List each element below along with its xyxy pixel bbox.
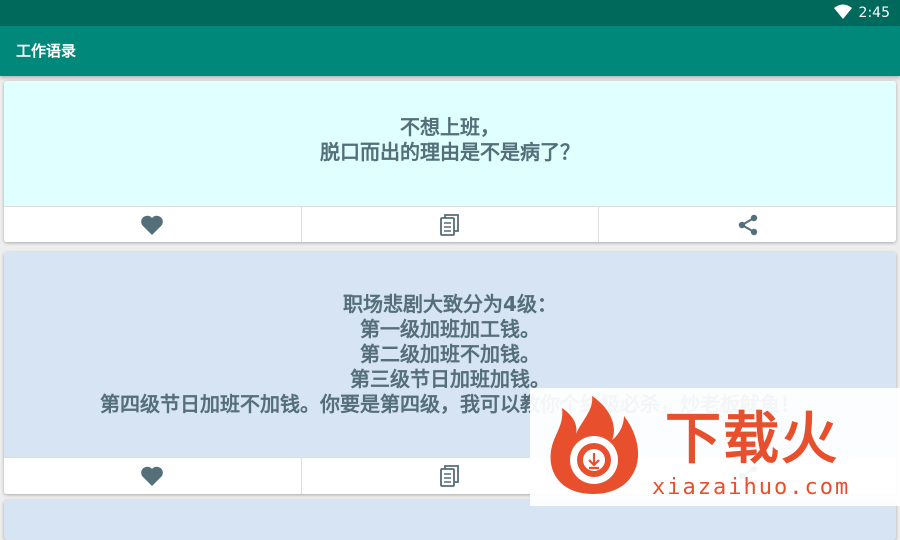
- quote-card: [4, 500, 896, 540]
- status-bar: 2:45: [0, 0, 900, 26]
- copy-icon: [439, 464, 461, 488]
- share-icon: [736, 213, 760, 237]
- copy-icon: [439, 213, 461, 237]
- watermark-url: xiazaihuo.com: [652, 475, 851, 500]
- app-title: 工作语录: [16, 42, 77, 60]
- wifi-icon: [834, 4, 852, 24]
- favorite-button[interactable]: [4, 207, 302, 242]
- card-actions: [4, 206, 896, 242]
- share-button[interactable]: [599, 207, 896, 242]
- watermark-name: 下载火: [665, 407, 839, 472]
- quote-line: 第一级加班加工钱。: [360, 317, 540, 341]
- copy-button[interactable]: [302, 207, 600, 242]
- heart-icon: [140, 214, 164, 236]
- status-time: 2:45: [858, 5, 890, 21]
- watermark: 下载火 xiazaihuo.com: [530, 388, 900, 506]
- quote-line: 职场悲剧大致分为4级：: [343, 292, 557, 316]
- flame-logo-icon: [538, 394, 648, 503]
- quote-line: 第二级加班不加钱。: [360, 342, 540, 366]
- app-bar: 工作语录: [0, 26, 900, 76]
- heart-icon: [140, 465, 164, 487]
- quote-line: 不想上班，: [400, 114, 500, 139]
- favorite-button[interactable]: [4, 458, 302, 494]
- quote-text: 不想上班， 脱口而出的理由是不是病了？: [4, 81, 896, 206]
- quote-card: 不想上班， 脱口而出的理由是不是病了？: [4, 81, 896, 242]
- quote-line: 脱口而出的理由是不是病了？: [320, 139, 580, 164]
